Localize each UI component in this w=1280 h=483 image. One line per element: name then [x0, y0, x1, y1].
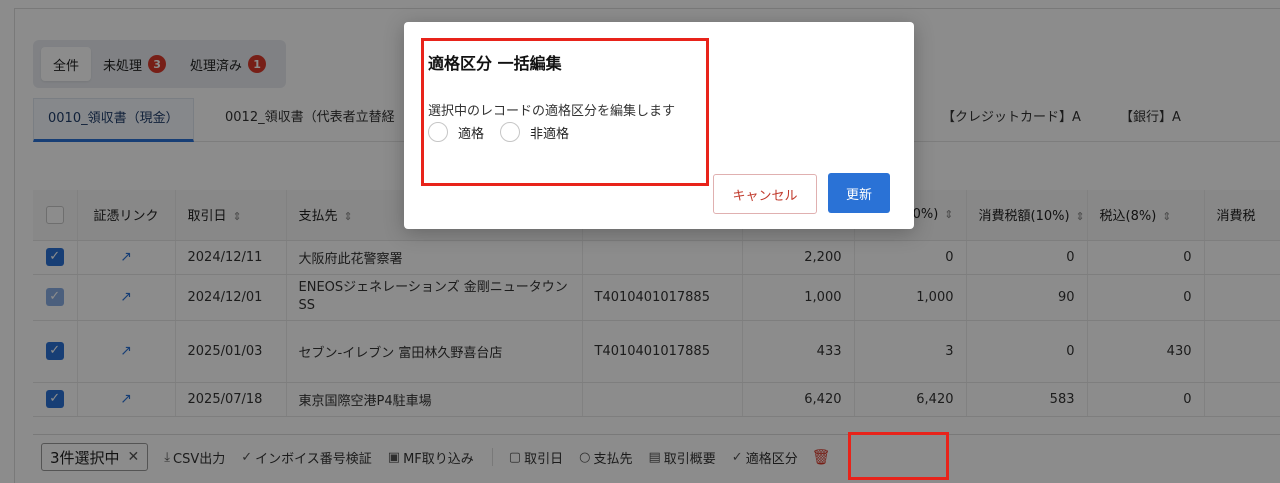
highlight-box-button [848, 432, 949, 480]
update-button[interactable]: 更新 [828, 173, 890, 213]
page: 全件 未処理 3 処理済み 1 0010_領収書（現金） 0012_領収書（代表… [0, 0, 1280, 483]
cancel-button[interactable]: キャンセル [713, 174, 817, 214]
highlight-box-dialog [421, 38, 709, 186]
